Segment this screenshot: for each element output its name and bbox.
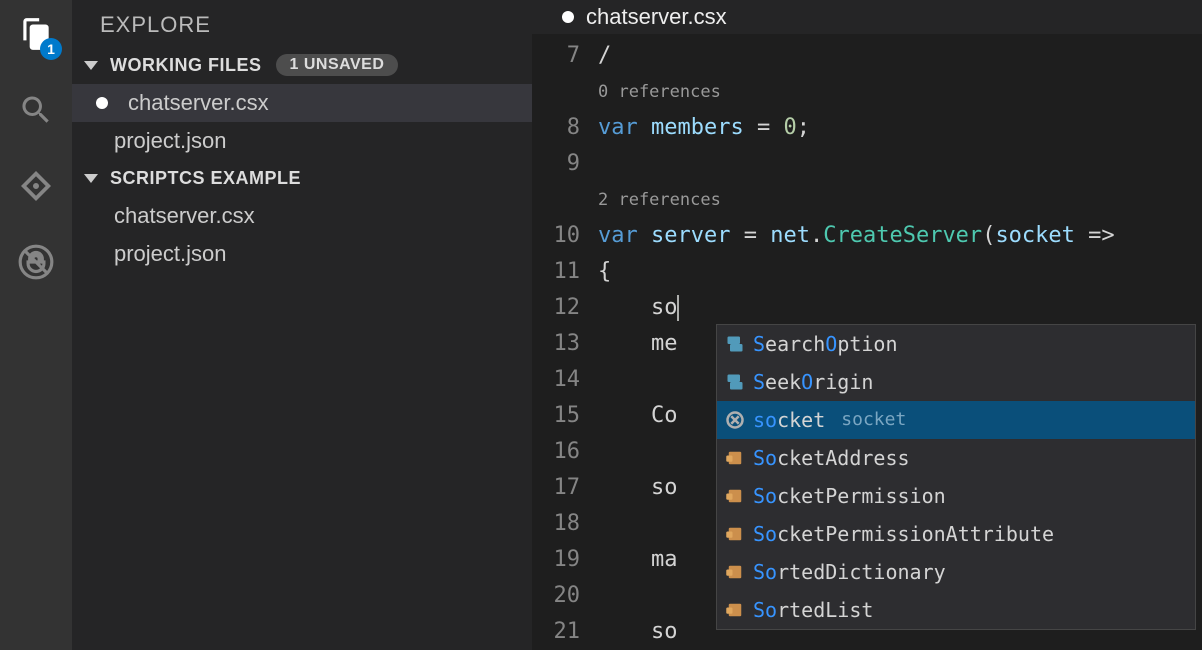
sidebar-explorer: EXPLORE WORKING FILES 1 UNSAVED chatserv… — [72, 0, 532, 650]
chevron-down-icon — [84, 61, 98, 70]
project-file-item[interactable]: project.json — [72, 235, 532, 273]
unsaved-pill: 1 UNSAVED — [276, 54, 399, 76]
suggest-item[interactable]: SeekOrigin — [717, 363, 1195, 401]
tab-title: chatserver.csx — [586, 4, 727, 30]
activity-bar: 1 — [0, 0, 72, 650]
file-name: chatserver.csx — [114, 203, 255, 229]
suggest-item[interactable]: SortedList — [717, 591, 1195, 629]
suggest-item[interactable]: socketsocket — [717, 401, 1195, 439]
line-number-gutter: 789101112131415161718192021 — [532, 34, 598, 650]
intellisense-popup[interactable]: SearchOptionSeekOriginsocketsocketSocket… — [716, 324, 1196, 630]
file-name: chatserver.csx — [128, 90, 269, 116]
editor: chatserver.csx 7891011121314151617181920… — [532, 0, 1202, 650]
dirty-dot-icon — [96, 97, 108, 109]
suggest-item[interactable]: SocketPermissionAttribute — [717, 515, 1195, 553]
project-label: SCRIPTCS EXAMPLE — [110, 168, 301, 189]
suggest-item[interactable]: SocketPermission — [717, 477, 1195, 515]
file-name: project.json — [114, 128, 227, 154]
working-file-item[interactable]: project.json — [72, 122, 532, 160]
working-file-item[interactable]: chatserver.csx — [72, 84, 532, 122]
suggest-item[interactable]: SortedDictionary — [717, 553, 1195, 591]
editor-tab[interactable]: chatserver.csx — [532, 0, 1202, 34]
sidebar-title: EXPLORE — [72, 0, 532, 46]
working-files-header[interactable]: WORKING FILES 1 UNSAVED — [72, 46, 532, 84]
debug-icon[interactable] — [12, 238, 60, 286]
chevron-down-icon — [84, 174, 98, 183]
suggest-item[interactable]: SocketAddress — [717, 439, 1195, 477]
source-control-icon[interactable] — [12, 162, 60, 210]
project-file-item[interactable]: chatserver.csx — [72, 197, 532, 235]
file-name: project.json — [114, 241, 227, 267]
project-header[interactable]: SCRIPTCS EXAMPLE — [72, 160, 532, 197]
working-files-label: WORKING FILES — [110, 55, 262, 76]
code-editor[interactable]: 789101112131415161718192021 /0 reference… — [532, 34, 1202, 650]
explorer-badge: 1 — [40, 38, 62, 60]
dirty-dot-icon — [562, 11, 574, 23]
suggest-item[interactable]: SearchOption — [717, 325, 1195, 363]
search-icon[interactable] — [12, 86, 60, 134]
explorer-icon[interactable]: 1 — [12, 10, 60, 58]
